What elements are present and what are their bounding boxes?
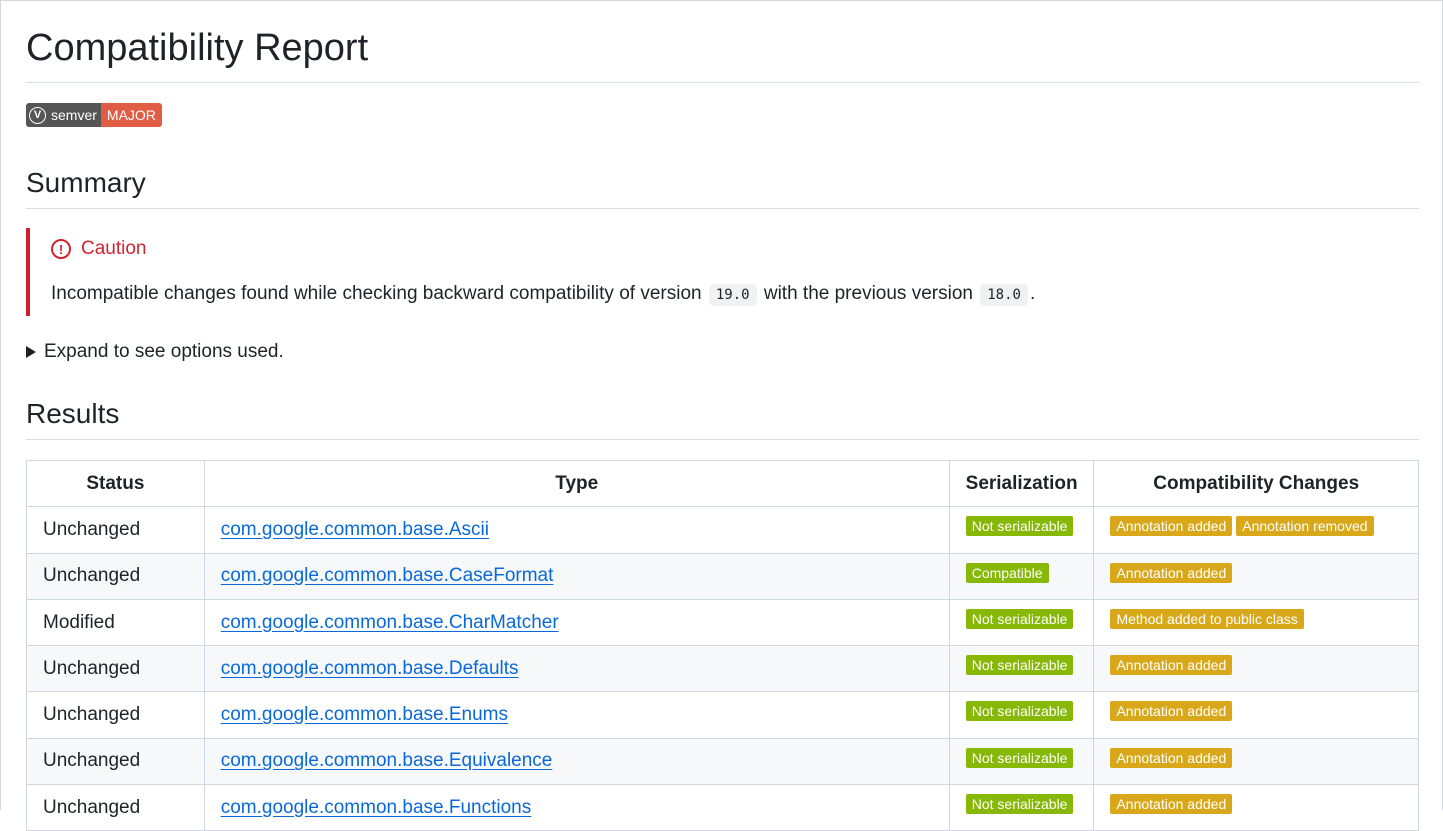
table-header-row: Status Type Serialization Compatibility … <box>26 459 1419 508</box>
options-details-toggle[interactable]: Expand to see options used. <box>26 339 284 365</box>
status-cell: Unchanged <box>26 552 205 600</box>
type-cell: com.google.common.base.Ascii <box>203 506 950 554</box>
results-divider <box>26 439 1419 440</box>
serialization-cell: Not serializable <box>948 691 1095 739</box>
change-tag: Annotation added <box>1110 655 1233 676</box>
expand-triangle-icon <box>26 346 36 358</box>
caution-callout: ! Caution Incompatible changes found whi… <box>26 228 1419 316</box>
title-divider <box>26 82 1419 83</box>
results-table: Status Type Serialization Compatibility … <box>26 459 1419 831</box>
report-page: Compatibility Report V semver MAJOR Summ… <box>0 0 1443 831</box>
change-tag: Annotation added <box>1110 794 1233 815</box>
compatibility-changes-cell: Annotation added <box>1093 784 1419 831</box>
table-row: Unchanged com.google.common.base.Defaults… <box>26 645 1419 693</box>
type-link[interactable]: com.google.common.base.CaseFormat <box>221 565 554 586</box>
change-tag: Annotation added <box>1110 701 1233 722</box>
callout-text-after: . <box>1029 283 1036 304</box>
status-cell: Unchanged <box>26 645 205 693</box>
status-cell: Unchanged <box>26 691 205 739</box>
table-row: Unchanged com.google.common.base.CaseForm… <box>26 552 1419 600</box>
type-cell: com.google.common.base.CaseFormat <box>203 552 950 600</box>
status-cell: Unchanged <box>26 506 205 554</box>
semver-badge: V semver MAJOR <box>26 103 162 127</box>
serialization-tag: Not serializable <box>965 701 1074 722</box>
change-tag: Annotation added <box>1110 562 1233 583</box>
details-summary-label: Expand to see options used. <box>44 341 284 362</box>
type-cell: com.google.common.base.CharMatcher <box>203 598 950 647</box>
callout-text-middle: with the previous version <box>763 283 973 304</box>
type-link[interactable]: com.google.common.base.Functions <box>221 797 532 818</box>
v-logo-icon: V <box>29 106 46 124</box>
serialization-tag: Not serializable <box>965 747 1074 768</box>
serialization-cell: Not serializable <box>948 506 1095 554</box>
status-cell: Unchanged <box>26 737 205 786</box>
column-header-serialization: Serialization <box>948 459 1095 508</box>
compatibility-changes-cell: Method added to public class <box>1093 598 1419 647</box>
table-row: Unchanged com.google.common.base.Equivale… <box>26 737 1419 786</box>
page-title: Compatibility Report <box>26 27 369 69</box>
serialization-tag: Compatible <box>965 562 1049 583</box>
type-cell: com.google.common.base.Enums <box>203 691 950 739</box>
caution-circle-icon: ! <box>51 239 71 259</box>
type-cell: com.google.common.base.Equivalence <box>203 737 950 786</box>
status-cell: Modified <box>26 598 205 647</box>
type-cell: com.google.common.base.Defaults <box>203 645 950 693</box>
column-header-status: Status <box>26 459 205 508</box>
type-link[interactable]: com.google.common.base.Enums <box>221 704 508 725</box>
summary-divider <box>26 208 1419 209</box>
type-link[interactable]: com.google.common.base.Ascii <box>221 519 489 540</box>
serialization-cell: Not serializable <box>948 737 1095 786</box>
callout-message: Incompatible changes found while checkin… <box>51 280 1035 309</box>
serialization-tag: Not serializable <box>965 608 1074 629</box>
badge-value: MAJOR <box>100 103 162 127</box>
status-cell: Unchanged <box>26 784 205 831</box>
change-tag: Method added to public class <box>1110 608 1304 629</box>
type-link[interactable]: com.google.common.base.CharMatcher <box>221 612 559 633</box>
callout-text-before: Incompatible changes found while checkin… <box>51 283 702 304</box>
table-row: Unchanged com.google.common.base.Ascii Not… <box>26 506 1419 554</box>
new-version-code: 19.0 <box>708 284 757 306</box>
table-row: Modified com.google.common.base.CharMatch… <box>26 598 1419 647</box>
serialization-tag: Not serializable <box>965 794 1074 815</box>
callout-title-text: Caution <box>81 238 147 259</box>
compatibility-changes-cell: Annotation added <box>1093 691 1419 739</box>
compatibility-changes-cell: Annotation added Annotation removed <box>1093 506 1419 554</box>
badge-label: V semver <box>26 103 101 127</box>
results-heading: Results <box>26 398 120 429</box>
previous-version-code: 18.0 <box>980 284 1028 306</box>
table-row: Unchanged com.google.common.base.Function… <box>26 784 1419 831</box>
serialization-cell: Not serializable <box>948 598 1095 647</box>
change-tag: Annotation added <box>1110 516 1233 537</box>
table-row: Unchanged com.google.common.base.Enums Not… <box>26 691 1419 739</box>
badge-label-text: semver <box>51 107 97 123</box>
serialization-tag: Not serializable <box>965 655 1074 676</box>
change-tag: Annotation removed <box>1236 516 1374 537</box>
change-tag: Annotation added <box>1110 747 1233 768</box>
column-header-type: Type <box>203 459 950 508</box>
compatibility-changes-cell: Annotation added <box>1093 645 1419 693</box>
type-cell: com.google.common.base.Functions <box>203 784 950 831</box>
serialization-cell: Compatible <box>948 552 1095 600</box>
type-link[interactable]: com.google.common.base.Equivalence <box>221 750 553 771</box>
type-link[interactable]: com.google.common.base.Defaults <box>221 658 519 679</box>
callout-title: ! Caution <box>51 236 147 262</box>
serialization-cell: Not serializable <box>948 784 1095 831</box>
serialization-tag: Not serializable <box>965 516 1074 537</box>
serialization-cell: Not serializable <box>948 645 1095 693</box>
compatibility-changes-cell: Annotation added <box>1093 552 1419 600</box>
summary-heading: Summary <box>26 167 146 198</box>
compatibility-changes-cell: Annotation added <box>1093 737 1419 786</box>
column-header-compatibility-changes: Compatibility Changes <box>1093 459 1419 508</box>
